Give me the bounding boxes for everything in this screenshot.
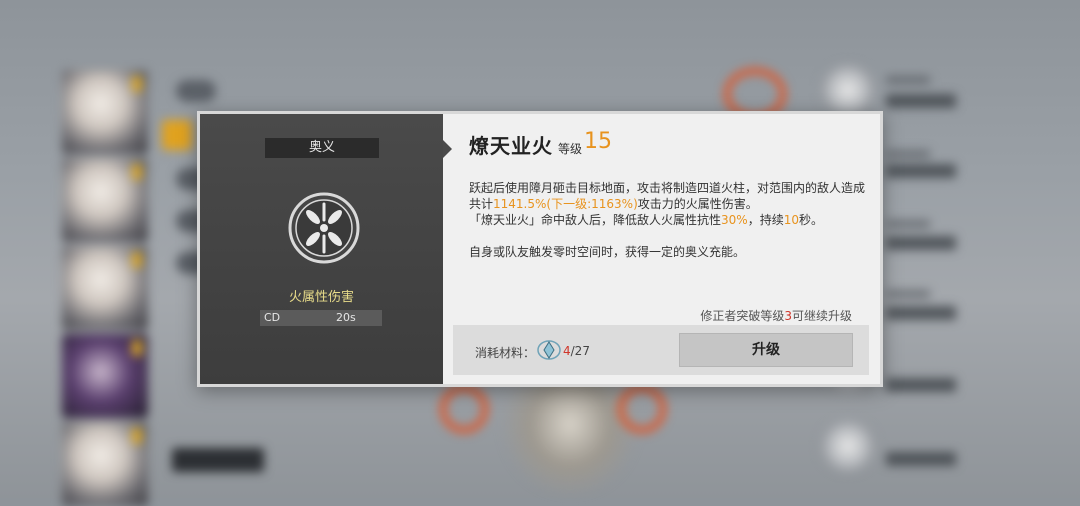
skill-node-label xyxy=(886,236,956,250)
skill-category-label: 奥义 xyxy=(265,138,379,158)
skill-node-caption xyxy=(886,220,930,228)
upgrade-cost-bar: 消耗材料： 4/27 升级 xyxy=(453,325,869,375)
description-paragraph: 自身或队友触发零时空间时，获得一定的奥义充能。 xyxy=(469,245,746,259)
description-text: 攻击力的火属性伤害。 xyxy=(637,197,758,211)
skill-node-label xyxy=(886,164,956,178)
skill-node-icon[interactable] xyxy=(820,420,876,472)
skill-node-label xyxy=(886,378,956,392)
skill-info-panel: 燎天业火 等级 15 跃起后使用障月砸击目标地面，攻击将制造四道火柱，对范围内的… xyxy=(443,114,880,384)
skill-detail-dialog: 奥义 火属性伤害 CD 20s 燎天业火 等级 15 跃起后使用障月砸击目标地面… xyxy=(197,111,883,387)
breakthrough-hint: 修正者突破等级3可继续升级 xyxy=(700,307,852,324)
skill-summary-panel: 奥义 火属性伤害 CD 20s xyxy=(200,114,452,384)
description-text: 秒。 xyxy=(798,213,823,227)
side-menu-item[interactable] xyxy=(176,80,216,102)
filter-all-button[interactable] xyxy=(172,448,264,472)
weapon-ring xyxy=(618,385,666,433)
cooldown-value: 20s xyxy=(336,311,356,324)
description-paragraph: 「燎天业火」命中敌人后，降低敌人火属性抗性30%，持续10秒。 xyxy=(469,212,865,228)
description-text: ，持续 xyxy=(747,213,784,227)
breakthrough-text: 修正者突破等级 xyxy=(700,309,785,323)
material-count: 4/27 xyxy=(563,344,590,358)
material-crystal-icon[interactable] xyxy=(537,339,561,361)
skill-name: 燎天业火 xyxy=(469,134,553,158)
damage-multiplier: 1141.5%(下一级:1163%) xyxy=(493,197,638,211)
character-portrait[interactable] xyxy=(62,246,148,330)
level-value: 15 xyxy=(584,129,612,154)
skill-emblem-icon xyxy=(288,192,360,264)
damage-type-label: 火属性伤害 xyxy=(288,290,354,305)
weapon-ring xyxy=(440,385,488,433)
breakthrough-text: 可继续升级 xyxy=(791,309,852,323)
character-portrait[interactable] xyxy=(62,334,148,418)
description-paragraph: 跃起后使用障月砸击目标地面，攻击将制造四道火柱，对范围内的敌人造成共计1141.… xyxy=(469,180,865,212)
skill-node-label xyxy=(886,306,956,320)
side-menu-item-active[interactable] xyxy=(162,120,192,150)
upgrade-button[interactable]: 升级 xyxy=(679,333,853,367)
cost-label: 消耗材料： xyxy=(475,346,536,360)
material-required: /27 xyxy=(570,344,590,358)
description-text: 「燎天业火」命中敌人后，降低敌人火属性抗性 xyxy=(469,213,722,227)
character-portrait[interactable] xyxy=(62,158,148,242)
skill-node-caption xyxy=(886,76,930,84)
effect-duration: 10 xyxy=(783,213,799,227)
skill-node-icon[interactable] xyxy=(820,64,876,116)
breakthrough-level: 3 xyxy=(784,309,792,323)
skill-description: 跃起后使用障月砸击目标地面，攻击将制造四道火柱，对范围内的敌人造成共计1141.… xyxy=(469,180,865,260)
skill-node-label xyxy=(886,452,956,466)
cooldown-bar: CD 20s xyxy=(260,310,382,326)
character-portrait[interactable] xyxy=(62,70,148,154)
character-portrait[interactable] xyxy=(62,422,148,506)
resistance-reduction: 30% xyxy=(721,213,748,227)
skill-node-caption xyxy=(886,290,930,298)
skill-node-label xyxy=(886,94,956,108)
character-model xyxy=(500,375,640,498)
cooldown-label: CD xyxy=(264,311,281,324)
skill-node-caption xyxy=(886,150,930,158)
level-label: 等级 xyxy=(558,142,583,156)
material-owned: 4 xyxy=(563,344,571,358)
